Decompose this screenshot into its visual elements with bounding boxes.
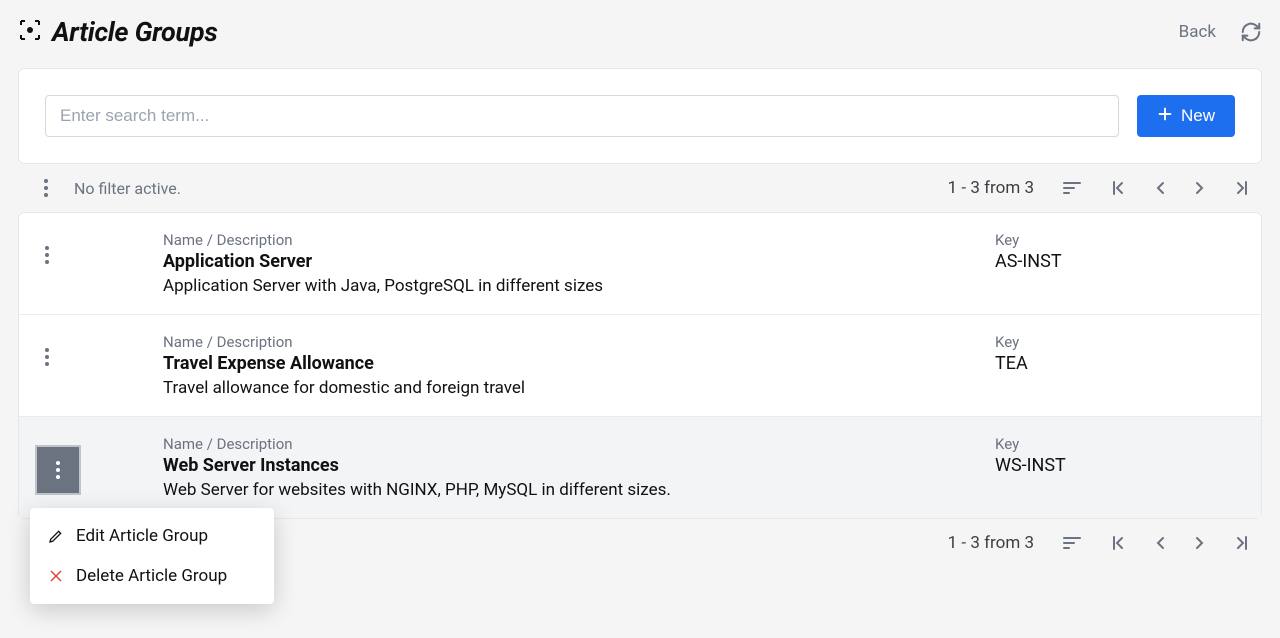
list-item[interactable]: Name / Description Web Server Instances … (19, 417, 1261, 518)
column-label: Name / Description (163, 435, 995, 453)
context-delete[interactable]: Delete Article Group (30, 556, 274, 596)
search-panel: New (18, 68, 1262, 164)
filter-status: No filter active. (74, 179, 181, 198)
back-link[interactable]: Back (1179, 22, 1216, 42)
column-label: Name / Description (163, 333, 995, 351)
context-delete-label: Delete Article Group (76, 566, 227, 586)
row-name: Web Server Instances (163, 455, 995, 476)
sort-button[interactable] (1062, 535, 1082, 551)
row-context-menu: Edit Article Group Delete Article Group (30, 508, 274, 604)
row-key: AS-INST (995, 251, 1235, 272)
column-label: Name / Description (163, 231, 995, 249)
page-header: Article Groups Back (18, 16, 1262, 48)
page-next-button[interactable] (1194, 180, 1206, 196)
row-name: Travel Expense Allowance (163, 353, 995, 374)
page-last-button[interactable] (1234, 535, 1250, 551)
page-prev-button[interactable] (1154, 535, 1166, 551)
plus-icon (1157, 106, 1173, 127)
list-item[interactable]: Name / Description Application Server Ap… (19, 213, 1261, 315)
filter-menu-button[interactable] (36, 178, 56, 198)
column-label: Key (995, 231, 1235, 249)
row-name: Application Server (163, 251, 995, 272)
list-item[interactable]: Name / Description Travel Expense Allowa… (19, 315, 1261, 417)
search-input[interactable] (45, 95, 1119, 137)
edit-icon (48, 528, 66, 544)
pagination-range: 1 - 3 from 3 (948, 533, 1034, 553)
row-description: Application Server with Java, PostgreSQL… (163, 276, 995, 296)
row-menu-button[interactable] (35, 445, 81, 495)
row-menu-button[interactable] (37, 245, 57, 265)
column-label: Key (995, 435, 1235, 453)
row-key: TEA (995, 353, 1235, 374)
row-description: Web Server for websites with NGINX, PHP,… (163, 480, 995, 500)
close-icon (48, 568, 66, 584)
sort-button[interactable] (1062, 180, 1082, 196)
page-last-button[interactable] (1234, 180, 1250, 196)
new-button-label: New (1181, 106, 1215, 126)
context-edit-label: Edit Article Group (76, 526, 208, 546)
row-menu-button[interactable] (37, 347, 57, 367)
page-prev-button[interactable] (1154, 180, 1166, 196)
page-first-button[interactable] (1110, 535, 1126, 551)
refresh-button[interactable] (1240, 21, 1262, 43)
page-next-button[interactable] (1194, 535, 1206, 551)
row-key: WS-INST (995, 455, 1235, 476)
pagination-range: 1 - 3 from 3 (948, 178, 1034, 198)
new-button[interactable]: New (1137, 95, 1235, 137)
column-label: Key (995, 333, 1235, 351)
list-toolbar-top: No filter active. 1 - 3 from 3 (18, 164, 1262, 212)
page-first-button[interactable] (1110, 180, 1126, 196)
app-icon (18, 18, 42, 46)
page-title: Article Groups (52, 16, 217, 48)
context-edit[interactable]: Edit Article Group (30, 516, 274, 556)
article-group-list: Name / Description Application Server Ap… (18, 212, 1262, 519)
row-description: Travel allowance for domestic and foreig… (163, 378, 995, 398)
